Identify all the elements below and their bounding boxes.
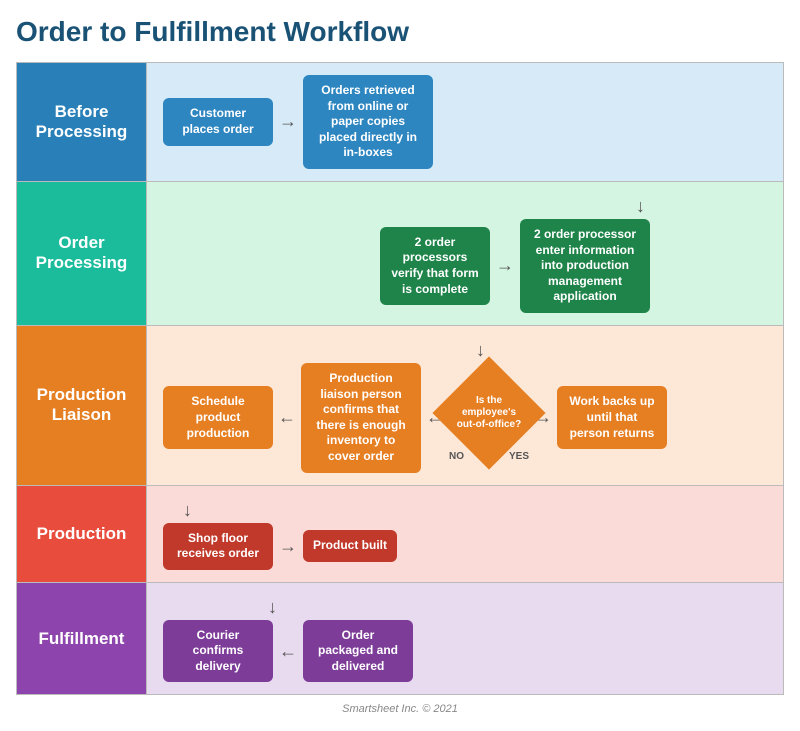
liaison-box3: Work backs up until that person returns <box>557 386 667 449</box>
liaison-box2: Production liaison person confirms that … <box>301 363 421 473</box>
arrow6: ← <box>279 641 297 662</box>
lane-production-content: ↓ Shop floor receives order → Product bu… <box>147 485 784 582</box>
arrow-left: ← <box>278 407 296 428</box>
fulfillment-flow: Courier confirms delivery ← Order packag… <box>163 620 767 683</box>
before-box1: Customer places order <box>163 98 273 145</box>
lane-before-label: Before Processing <box>17 63 147 182</box>
arrow-down-4: ↓ <box>268 597 277 618</box>
no-label: NO <box>449 451 464 462</box>
fulfillment-box2: Order packaged and delivered <box>303 620 413 683</box>
order-box1: 2 order processors verify that form is c… <box>380 227 490 305</box>
lane-fulfillment-content: ↓ Courier confirms delivery ← Order pack… <box>147 582 784 695</box>
liaison-box1: Schedule product production <box>163 386 273 449</box>
yes-label: YES <box>509 451 529 462</box>
arrow2: → <box>496 255 514 276</box>
footer: Smartsheet Inc. © 2021 <box>16 703 784 715</box>
lane-liaison-label: Production Liaison <box>17 325 147 485</box>
lane-liaison-content: ↓ Schedule product production ← Producti… <box>147 325 784 485</box>
lane-fulfillment-row: Fulfillment ↓ Courier confirms delivery … <box>17 582 784 695</box>
production-box1: Shop floor receives order <box>163 523 273 570</box>
arrow-down-1: ↓ <box>636 196 645 217</box>
arrow-down-3: ↓ <box>183 500 192 521</box>
lane-before-row: Before Processing Customer places order … <box>17 63 784 182</box>
lane-order-content: ↓ 2 order processors verify that form is… <box>147 181 784 325</box>
arrow1: → <box>279 111 297 132</box>
order-box2: 2 order processor enter information into… <box>520 219 650 313</box>
lane-liaison-row: Production Liaison ↓ Schedule product pr… <box>17 325 784 485</box>
before-flow: Customer places order → Orders retrieved… <box>163 75 767 169</box>
lane-before-content: Customer places order → Orders retrieved… <box>147 63 784 182</box>
liaison-flow: Schedule product production ← Production… <box>163 363 767 473</box>
lane-order-row: Order Processing ↓ 2 order processors ve… <box>17 181 784 325</box>
lane-fulfillment-label: Fulfillment <box>17 582 147 695</box>
before-box2: Orders retrieved from online or paper co… <box>303 75 433 169</box>
lane-production-row: Production ↓ Shop floor receives order →… <box>17 485 784 582</box>
arrow-down-2: ↓ <box>476 340 485 361</box>
workflow-table: Before Processing Customer places order … <box>16 62 784 695</box>
fulfillment-box1: Courier confirms delivery <box>163 620 273 683</box>
diamond-text: Is the employee's out-of-office? <box>454 395 524 431</box>
order-flow: 2 order processors verify that form is c… <box>263 219 767 313</box>
page-title: Order to Fulfillment Workflow <box>16 16 784 48</box>
lane-order-label: Order Processing <box>17 181 147 325</box>
lane-production-label: Production <box>17 485 147 582</box>
liaison-diamond-wrapper: Is the employee's out-of-office? NO YES <box>449 373 529 462</box>
production-flow: Shop floor receives order → Product buil… <box>163 523 767 570</box>
production-box2: Product built <box>303 530 397 562</box>
arrow5: → <box>279 536 297 557</box>
